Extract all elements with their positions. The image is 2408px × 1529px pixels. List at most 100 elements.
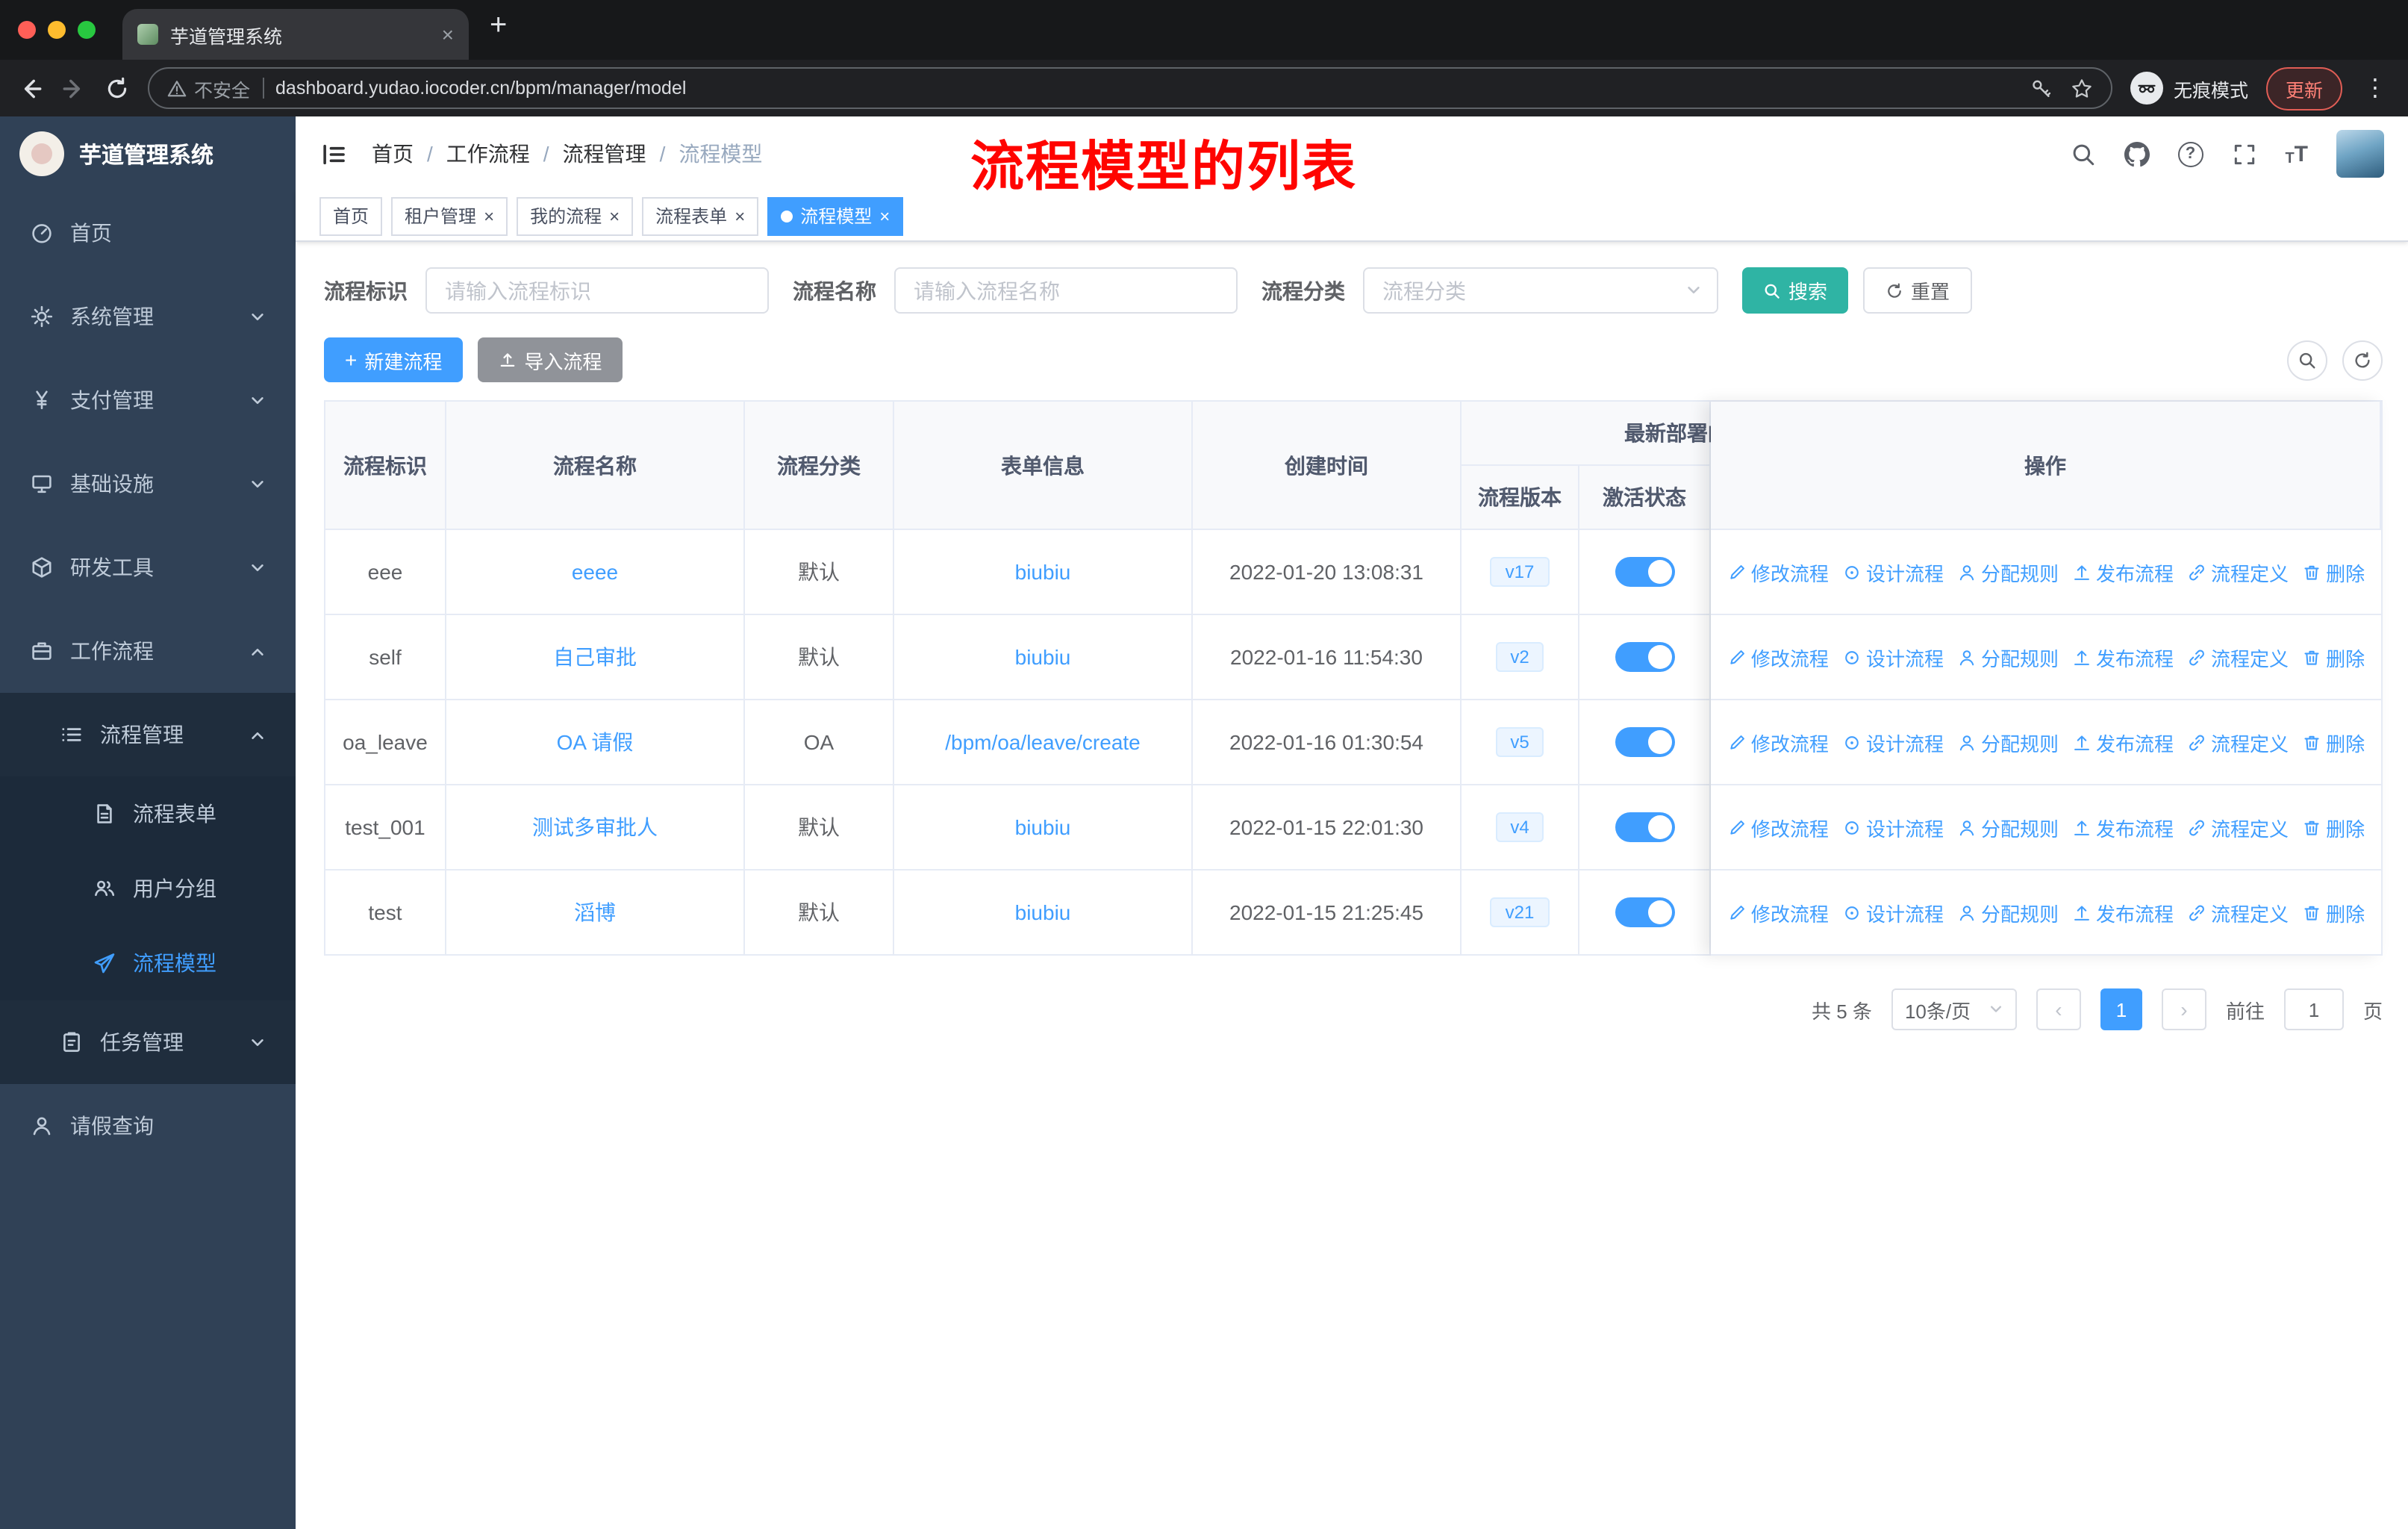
browser-tab[interactable]: 芋道管理系统 × [122,9,469,60]
design-process-action[interactable]: 设计流程 [1842,728,1944,756]
incognito-badge[interactable]: 无痕模式 [2130,72,2248,105]
sidebar-item-user-group[interactable]: 用户分组 [0,851,296,926]
form-info-link[interactable]: /bpm/oa/leave/create [945,730,1141,754]
github-icon[interactable] [2124,141,2150,166]
reset-button[interactable]: 重置 [1863,267,1973,314]
edit-process-action[interactable]: 修改流程 [1727,558,1829,586]
new-tab-button[interactable]: + [490,8,507,43]
process-name-link[interactable]: 测试多审批人 [532,812,658,842]
process-definition-action[interactable]: 流程定义 [2187,728,2289,756]
process-name-link[interactable]: eeee [572,560,618,584]
font-size-icon[interactable]: TT [2285,141,2308,166]
process-name-input[interactable] [894,267,1238,314]
import-process-button[interactable]: 导入流程 [478,337,623,382]
form-info-link[interactable]: biubiu [1015,645,1071,669]
sidebar-item-infrastructure[interactable]: 基础设施 [0,442,296,526]
next-page-button[interactable]: › [2161,988,2206,1030]
process-id-input[interactable] [425,267,769,314]
prev-page-button[interactable]: ‹ [2036,988,2081,1030]
edit-process-action[interactable]: 修改流程 [1727,813,1829,841]
show-search-button[interactable] [2287,340,2327,380]
create-process-button[interactable]: + 新建流程 [324,337,464,382]
delete-action[interactable]: 删除 [2302,728,2365,756]
sidebar-fold-icon[interactable] [319,140,348,168]
edit-process-action[interactable]: 修改流程 [1727,728,1829,756]
sidebar-item-process-model[interactable]: 流程模型 [0,926,296,1000]
assign-rule-action[interactable]: 分配规则 [1957,728,2059,756]
form-info-link[interactable]: biubiu [1015,900,1071,924]
process-category-select[interactable]: 流程分类 [1363,267,1718,314]
address-bar[interactable]: 不安全 dashboard.yudao.iocoder.cn/bpm/manag… [148,67,2112,109]
active-toggle[interactable] [1615,727,1674,757]
reload-icon[interactable] [105,75,130,101]
assign-rule-action[interactable]: 分配规则 [1957,643,2059,671]
delete-action[interactable]: 删除 [2302,558,2365,586]
tag-process-form[interactable]: 流程表单 × [642,196,759,235]
zoom-window-button[interactable] [78,21,96,39]
forward-icon[interactable] [61,75,87,101]
sidebar-item-process-form[interactable]: 流程表单 [0,776,296,851]
sidebar-item-task-management[interactable]: 任务管理 [0,1000,296,1084]
assign-rule-action[interactable]: 分配规则 [1957,898,2059,927]
sidebar-item-payment[interactable]: 支付管理 [0,358,296,442]
delete-action[interactable]: 删除 [2302,643,2365,671]
form-info-link[interactable]: biubiu [1015,815,1071,839]
process-definition-action[interactable]: 流程定义 [2187,558,2289,586]
delete-action[interactable]: 删除 [2302,898,2365,927]
password-key-icon[interactable] [2030,77,2053,99]
close-icon[interactable]: × [879,207,890,225]
tag-home[interactable]: 首页 [319,196,383,235]
user-avatar[interactable] [2336,130,2384,178]
close-window-button[interactable] [18,21,36,39]
design-process-action[interactable]: 设计流程 [1842,558,1944,586]
security-warning[interactable]: 不安全 [167,74,250,102]
publish-process-action[interactable]: 发布流程 [2072,728,2174,756]
edit-process-action[interactable]: 修改流程 [1727,898,1829,927]
active-toggle[interactable] [1615,557,1674,587]
bookmark-star-icon[interactable] [2071,77,2093,99]
assign-rule-action[interactable]: 分配规则 [1957,813,2059,841]
sidebar-item-process-management[interactable]: 流程管理 [0,693,296,776]
browser-menu-icon[interactable]: ⋮ [2360,73,2390,103]
active-toggle[interactable] [1615,812,1674,842]
process-name-link[interactable]: 自己审批 [553,642,637,672]
breadcrumb-home[interactable]: 首页 [372,139,414,169]
delete-action[interactable]: 删除 [2302,813,2365,841]
tag-process-model[interactable]: 流程模型 × [767,196,904,235]
design-process-action[interactable]: 设计流程 [1842,813,1944,841]
process-definition-action[interactable]: 流程定义 [2187,813,2289,841]
close-icon[interactable]: × [734,207,745,225]
active-toggle[interactable] [1615,897,1674,927]
design-process-action[interactable]: 设计流程 [1842,643,1944,671]
fullscreen-icon[interactable] [2231,141,2256,166]
edit-process-action[interactable]: 修改流程 [1727,643,1829,671]
search-icon[interactable] [2070,141,2095,166]
app-logo[interactable]: 芋道管理系统 [0,116,296,191]
design-process-action[interactable]: 设计流程 [1842,898,1944,927]
search-button[interactable]: 搜索 [1742,267,1849,314]
sidebar-item-system[interactable]: 系统管理 [0,275,296,358]
sidebar-item-devtools[interactable]: 研发工具 [0,526,296,609]
process-definition-action[interactable]: 流程定义 [2187,898,2289,927]
breadcrumb-workflow[interactable]: 工作流程 [446,139,530,169]
tag-tenant[interactable]: 租户管理 × [391,196,508,235]
help-icon[interactable]: ? [2177,141,2203,166]
page-number-1[interactable]: 1 [2100,988,2142,1030]
process-name-link[interactable]: 滔博 [574,897,616,927]
minimize-window-button[interactable] [48,21,66,39]
update-button[interactable]: 更新 [2265,66,2342,110]
process-name-link[interactable]: OA 请假 [557,727,634,757]
publish-process-action[interactable]: 发布流程 [2072,813,2174,841]
sidebar-item-home[interactable]: 首页 [0,191,296,275]
close-icon[interactable]: × [484,207,494,225]
active-toggle[interactable] [1615,642,1674,672]
process-definition-action[interactable]: 流程定义 [2187,643,2289,671]
goto-page-input[interactable] [2283,988,2344,1030]
page-size-select[interactable]: 10条/页 [1891,988,2017,1030]
tab-close-icon[interactable]: × [442,24,454,45]
close-icon[interactable]: × [609,207,620,225]
breadcrumb-process-management[interactable]: 流程管理 [563,139,646,169]
assign-rule-action[interactable]: 分配规则 [1957,558,2059,586]
form-info-link[interactable]: biubiu [1015,560,1071,584]
publish-process-action[interactable]: 发布流程 [2072,898,2174,927]
